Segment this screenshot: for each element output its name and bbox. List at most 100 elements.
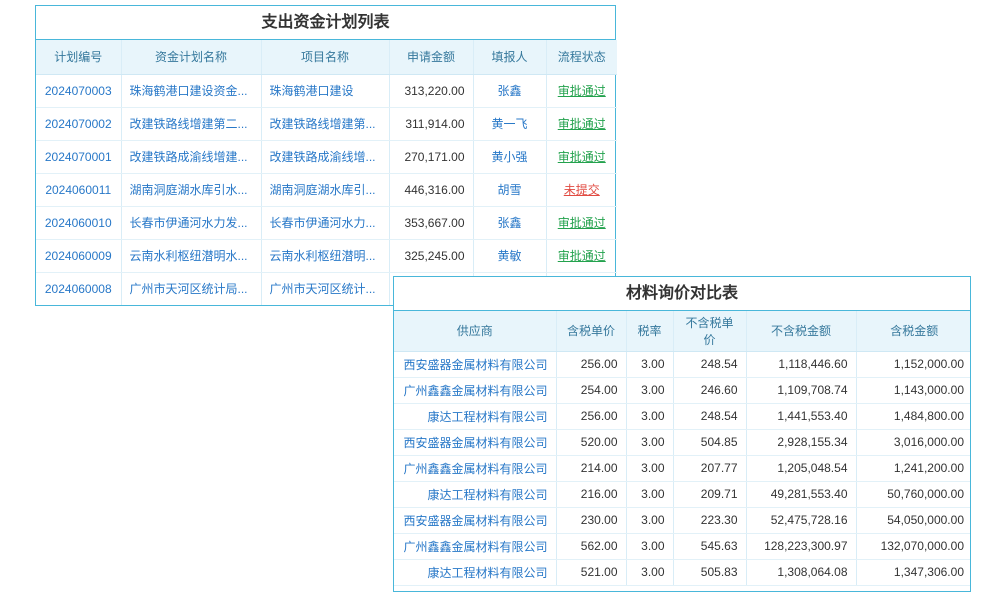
filler-name-link[interactable]: 黄小强 [491,150,527,164]
plan-col-header-fund-name: 资金计划名称 [121,40,261,74]
price-excl-tax-value: 223.30 [701,513,738,527]
plan-id-link[interactable]: 2024070001 [45,150,112,164]
quote-table-row: 西安盛器金属材料有限公司520.003.00504.852,928,155.34… [394,429,971,455]
price-incl-tax-value: 230.00 [581,513,618,527]
fund-plan-name-link[interactable]: 珠海鹤港口建设资金... [130,84,248,98]
fund-plan-name-link[interactable]: 云南水利枢纽潜明水... [130,249,248,263]
plan-table-row: 2024070002 改建铁路线增建第二... 改建铁路线增建第... 311,914… [36,107,617,140]
process-status-link[interactable]: 审批通过 [558,150,606,164]
plan-col-header-project-name: 项目名称 [261,40,389,74]
amount-excl-tax-value: 2,928,155.34 [777,435,847,449]
filler-name-link[interactable]: 张鑫 [497,84,521,98]
apply-amount-value: 311,914.00 [405,117,464,131]
amount-excl-tax-value: 1,109,708.74 [777,383,847,397]
plan-table-row: 2024070003珠海鹤港口建设资金...珠海鹤港口建设313,220.00张… [36,74,617,107]
supplier-name-link[interactable]: 广州鑫鑫金属材料有限公司 [403,462,547,476]
apply-amount-value: 325,245.00 [404,249,464,263]
quote-table-row: 广州鑫鑫金属材料有限公司214.003.00207.771,205,048.54… [394,455,971,481]
project-name-link[interactable]: 珠海鹤港口建设 [270,84,354,98]
filler-name-link[interactable]: 黄一飞 [491,117,527,131]
plan-id-link[interactable]: 2024060011 [45,183,111,197]
quote-table-row: 西安盛器金属材料有限公司230.003.00223.3052,475,728.1… [394,507,971,533]
process-status-link[interactable]: 审批通过 [558,249,606,263]
supplier-name-link[interactable]: 康达工程材料有限公司 [427,566,547,580]
quote-table-row: 广州鑫鑫金属材料有限公司254.003.00246.601,109,708.74… [394,377,971,403]
quote-table-card: 材料询价对比表 供应商 含税单价 税率 不含税单价 不含税金额 含税金额 西安盛… [393,276,971,592]
supplier-name-link[interactable]: 西安盛器金属材料有限公司 [403,514,547,528]
price-excl-tax-value: 545.63 [701,539,738,553]
price-excl-tax-value: 504.85 [701,435,738,449]
amount-excl-tax-value: 1,118,446.60 [778,357,847,371]
price-incl-tax-value: 256.00 [581,357,618,371]
price-excl-tax-value: 246.60 [701,383,738,397]
plan-col-header-filler: 填报人 [473,40,546,74]
fund-plan-name-link[interactable]: 改建铁路线增建第二... [130,117,248,131]
project-name-link[interactable]: 长春市伊通河水力... [270,216,376,230]
amount-incl-tax-value: 54,050,000.00 [887,513,964,527]
plan-table-card: 支出资金计划列表 计划编号 资金计划名称 项目名称 申请金额 填报人 流程状态 … [35,5,616,306]
quote-table-header-row: 供应商 含税单价 税率 不含税单价 不含税金额 含税金额 [394,311,971,351]
quote-table-row: 康达工程材料有限公司216.003.00209.7149,281,553.405… [394,481,971,507]
price-excl-tax-value: 248.54 [701,357,738,371]
fund-plan-name-link[interactable]: 广州市天河区统计局... [130,282,248,296]
tax-rate-value: 3.00 [641,539,664,553]
amount-incl-tax-value: 1,241,200.00 [894,461,964,475]
plan-col-header-status: 流程状态 [546,40,617,74]
tax-rate-value: 3.00 [641,357,664,371]
price-excl-tax-value: 505.83 [701,565,738,579]
tax-rate-value: 3.00 [641,513,664,527]
amount-incl-tax-value: 50,760,000.00 [887,487,964,501]
supplier-name-link[interactable]: 广州鑫鑫金属材料有限公司 [403,384,547,398]
supplier-name-link[interactable]: 西安盛器金属材料有限公司 [403,436,547,450]
quote-table-title: 材料询价对比表 [394,277,970,311]
price-excl-tax-value: 207.77 [701,461,738,475]
project-name-link[interactable]: 改建铁路线增建第... [270,117,376,131]
amount-excl-tax-value: 1,308,064.08 [777,565,847,579]
process-status-link[interactable]: 审批通过 [558,216,606,230]
process-status-link[interactable]: 未提交 [564,183,600,197]
tax-rate-value: 3.00 [641,383,664,397]
fund-plan-name-link[interactable]: 长春市伊通河水力发... [130,216,248,230]
apply-amount-value: 353,667.00 [404,216,464,230]
process-status-link[interactable]: 审批通过 [558,84,606,98]
apply-amount-value: 270,171.00 [404,150,464,164]
fund-plan-name-link[interactable]: 改建铁路成渝线增建... [130,150,248,164]
project-name-link[interactable]: 云南水利枢纽潜明... [270,249,376,263]
quote-table-row: 西安盛器金属材料有限公司 256.00 3.00 248.54 1,118,446.60… [394,351,971,377]
plan-table-title: 支出资金计划列表 [36,6,615,40]
process-status-link[interactable]: 审批通过 [558,117,606,131]
supplier-name-link[interactable]: 康达工程材料有限公司 [427,410,547,424]
amount-excl-tax-value: 1,205,048.54 [777,461,847,475]
project-name-link[interactable]: 改建铁路成渝线增... [270,150,376,164]
price-incl-tax-value: 214.00 [581,461,618,475]
quote-col-header-tax-rate: 税率 [626,311,673,351]
plan-table-row: 2024060009 云南水利枢纽潜明水... 云南水利枢纽潜明... 325,245… [36,239,617,272]
supplier-name-link[interactable]: 西安盛器金属材料有限公司 [403,358,547,372]
price-incl-tax-value: 520.00 [581,435,618,449]
plan-id-link[interactable]: 2024060009 [45,249,112,263]
plan-id-link[interactable]: 2024060008 [45,282,112,296]
plan-table-row: 2024060010 长春市伊通河水力发... 长春市伊通河水力... 353,667… [36,206,617,239]
price-excl-tax-value: 248.54 [701,409,738,423]
filler-name-link[interactable]: 张鑫 [497,216,521,230]
plan-table-header-row: 计划编号 资金计划名称 项目名称 申请金额 填报人 流程状态 [36,40,617,74]
project-name-link[interactable]: 湖南洞庭湖水库引... [270,183,376,197]
plan-col-header-id: 计划编号 [36,40,121,74]
filler-name-link[interactable]: 黄敏 [497,249,521,263]
plan-id-link[interactable]: 2024070003 [45,84,112,98]
plan-id-link[interactable]: 2024060010 [45,216,112,230]
tax-rate-value: 3.00 [641,487,664,501]
project-name-link[interactable]: 广州市天河区统计... [270,282,376,296]
plan-id-link[interactable]: 2024070002 [45,117,112,131]
quote-col-header-price-incl-tax: 含税单价 [556,311,626,351]
supplier-name-link[interactable]: 广州鑫鑫金属材料有限公司 [403,540,547,554]
quote-table: 供应商 含税单价 税率 不含税单价 不含税金额 含税金额 西安盛器金属材料有限公… [394,311,971,586]
plan-table-row: 2024070001 改建铁路成渝线增建... 改建铁路成渝线增... 270,171… [36,140,617,173]
tax-rate-value: 3.00 [641,565,664,579]
filler-name-link[interactable]: 胡雪 [497,183,521,197]
price-incl-tax-value: 562.00 [581,539,618,553]
supplier-name-link[interactable]: 康达工程材料有限公司 [427,488,547,502]
quote-table-row: 康达工程材料有限公司256.003.00248.541,441,553.401,… [394,403,971,429]
fund-plan-name-link[interactable]: 湖南洞庭湖水库引水... [130,183,248,197]
amount-incl-tax-value: 1,484,800.00 [894,409,964,423]
